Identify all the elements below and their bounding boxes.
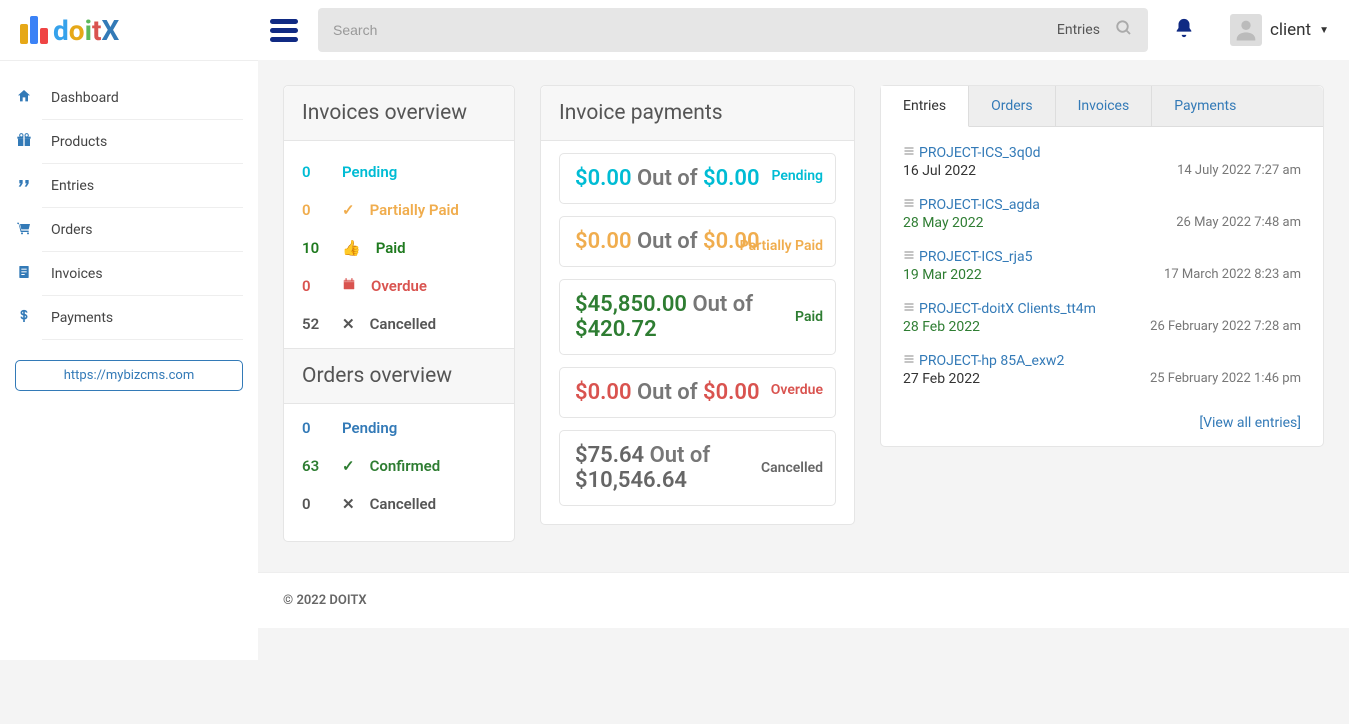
view-all-entries-link[interactable]: [View all entries] bbox=[1199, 415, 1301, 431]
sidebar: Dashboard Products Entries Orders Invoic… bbox=[0, 60, 258, 660]
entry-time: 14 July 2022 7:27 am bbox=[1177, 163, 1301, 179]
logo-bars-icon bbox=[20, 16, 48, 44]
payment-card-overdue: $0.00 Out of $0.00 Overdue bbox=[559, 367, 836, 418]
dollar-icon bbox=[15, 308, 33, 328]
entry-link[interactable]: PROJECT-hp 85A_exw2 bbox=[919, 353, 1064, 369]
entry-item: PROJECT-ICS_rja5 19 Mar 2022 17 March 20… bbox=[903, 249, 1301, 283]
thumbs-up-icon: 👍 bbox=[342, 239, 361, 257]
entry-item: PROJECT-doitX Clients_tt4m 28 Feb 2022 2… bbox=[903, 301, 1301, 335]
tab-payments[interactable]: Payments bbox=[1152, 86, 1258, 126]
entry-time: 17 March 2022 8:23 am bbox=[1164, 267, 1301, 283]
check-icon: ✓ bbox=[342, 201, 355, 219]
overview-row-cancelled: 0 ✕ Cancelled bbox=[302, 485, 496, 523]
sidebar-item-dashboard[interactable]: Dashboard bbox=[0, 76, 258, 120]
sidebar-item-invoices[interactable]: Invoices bbox=[0, 252, 258, 296]
sidebar-item-orders[interactable]: Orders bbox=[0, 208, 258, 252]
entry-date: 19 Mar 2022 bbox=[903, 267, 982, 283]
entry-item: PROJECT-ICS_agda 28 May 2022 26 May 2022… bbox=[903, 197, 1301, 231]
notifications-icon[interactable] bbox=[1163, 17, 1205, 43]
caret-down-icon: ▼ bbox=[1319, 25, 1329, 36]
list-icon bbox=[903, 249, 915, 265]
payment-card-partially-paid: $0.00 Out of $0.00 Partially Paid bbox=[559, 216, 836, 267]
entry-item: PROJECT-hp 85A_exw2 27 Feb 2022 25 Febru… bbox=[903, 353, 1301, 387]
entry-link[interactable]: PROJECT-doitX Clients_tt4m bbox=[919, 301, 1096, 317]
home-icon bbox=[15, 88, 33, 108]
footer: © 2022 DOITX bbox=[258, 572, 1349, 628]
cart-icon bbox=[15, 220, 33, 240]
search-bar: Entries bbox=[318, 8, 1148, 52]
gift-icon bbox=[15, 132, 33, 152]
menu-toggle-icon[interactable] bbox=[265, 10, 303, 51]
sidebar-item-entries[interactable]: Entries bbox=[0, 164, 258, 208]
app-header: doitX Entries client ▼ bbox=[0, 0, 1349, 60]
entry-link[interactable]: PROJECT-ICS_3q0d bbox=[919, 145, 1040, 161]
card-title: Orders overview bbox=[284, 348, 514, 404]
list-icon bbox=[903, 197, 915, 213]
sidebar-item-label: Entries bbox=[51, 178, 94, 194]
list-icon bbox=[903, 301, 915, 317]
logo-text: doitX bbox=[53, 14, 119, 47]
list-icon bbox=[903, 145, 915, 161]
tabs: Entries Orders Invoices Payments bbox=[881, 86, 1323, 127]
entry-date: 28 May 2022 bbox=[903, 215, 984, 231]
x-icon: ✕ bbox=[342, 315, 355, 333]
sidebar-item-label: Dashboard bbox=[51, 90, 119, 106]
entry-time: 25 February 2022 1:46 pm bbox=[1150, 371, 1301, 387]
x-icon: ✕ bbox=[342, 495, 355, 513]
search-icon[interactable] bbox=[1115, 19, 1133, 41]
card-title: Invoices overview bbox=[284, 86, 514, 141]
tab-invoices[interactable]: Invoices bbox=[1056, 86, 1153, 126]
search-category-select[interactable]: Entries bbox=[1042, 22, 1115, 38]
overview-row-overdue: 0 Overdue bbox=[302, 267, 496, 305]
sidebar-item-label: Products bbox=[51, 134, 107, 150]
entry-link[interactable]: PROJECT-ICS_agda bbox=[919, 197, 1040, 213]
list-icon bbox=[903, 353, 915, 369]
document-icon bbox=[15, 264, 33, 284]
overview-row-pending: 0 Pending bbox=[302, 409, 496, 447]
invoice-payments-card: Invoice payments $0.00 Out of $0.00 Pend… bbox=[540, 85, 855, 525]
check-icon: ✓ bbox=[342, 457, 355, 475]
overview-row-confirmed: 63 ✓ Confirmed bbox=[302, 447, 496, 485]
invoices-overview-card: Invoices overview 0 Pending 0 ✓ Partiall… bbox=[283, 85, 515, 542]
payment-card-paid: $45,850.00 Out of $420.72 Paid bbox=[559, 279, 836, 355]
entry-time: 26 May 2022 7:48 am bbox=[1176, 215, 1301, 231]
entry-date: 27 Feb 2022 bbox=[903, 371, 980, 387]
overview-row-paid: 10 👍 Paid bbox=[302, 229, 496, 267]
activity-tabs-card: Entries Orders Invoices Payments PROJECT… bbox=[880, 85, 1324, 447]
overview-row-pending: 0 Pending bbox=[302, 153, 496, 191]
avatar-icon bbox=[1230, 14, 1262, 46]
sidebar-item-payments[interactable]: Payments bbox=[0, 296, 258, 340]
site-url-link[interactable]: https://mybizcms.com bbox=[15, 360, 243, 391]
tab-orders[interactable]: Orders bbox=[969, 86, 1056, 126]
entry-date: 16 Jul 2022 bbox=[903, 163, 976, 179]
payment-card-cancelled: $75.64 Out of $10,546.64 Cancelled bbox=[559, 430, 836, 506]
tab-entries[interactable]: Entries bbox=[881, 86, 969, 127]
main-content: Invoices overview 0 Pending 0 ✓ Partiall… bbox=[258, 60, 1349, 660]
user-menu[interactable]: client ▼ bbox=[1220, 14, 1329, 46]
entry-link[interactable]: PROJECT-ICS_rja5 bbox=[919, 249, 1032, 265]
entry-item: PROJECT-ICS_3q0d 16 Jul 2022 14 July 202… bbox=[903, 145, 1301, 179]
user-name: client bbox=[1270, 20, 1311, 40]
overview-row-cancelled: 52 ✕ Cancelled bbox=[302, 305, 496, 343]
entry-time: 26 February 2022 7:28 am bbox=[1150, 319, 1301, 335]
logo[interactable]: doitX bbox=[20, 14, 250, 47]
overview-row-partially-paid: 0 ✓ Partially Paid bbox=[302, 191, 496, 229]
sidebar-item-label: Orders bbox=[51, 222, 93, 238]
sidebar-item-products[interactable]: Products bbox=[0, 120, 258, 164]
calendar-icon bbox=[342, 277, 356, 295]
payment-card-pending: $0.00 Out of $0.00 Pending bbox=[559, 153, 836, 204]
sidebar-item-label: Payments bbox=[51, 310, 113, 326]
card-title: Invoice payments bbox=[541, 86, 854, 141]
sidebar-item-label: Invoices bbox=[51, 266, 103, 282]
entry-date: 28 Feb 2022 bbox=[903, 319, 980, 335]
quote-icon bbox=[15, 176, 33, 196]
search-input[interactable] bbox=[333, 22, 1042, 38]
